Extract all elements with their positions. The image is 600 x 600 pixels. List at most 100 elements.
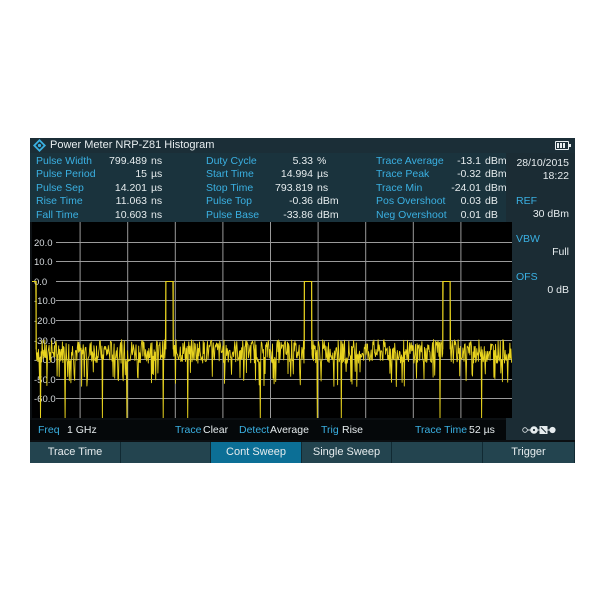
measurement-row: Fall Time 10.603 ns [36,209,166,222]
measurement-label: Pulse Sep [36,181,84,194]
measurement-label: Pulse Top [206,195,252,208]
measurement-unit: dB [485,208,498,221]
y-tick-label: 20.0 [34,238,53,249]
measurement-unit: dBm [317,208,339,221]
connection-status-icons [506,420,575,440]
vbw-value[interactable]: Full [552,246,569,258]
measurement-label: Trace Min [376,181,423,194]
window-title: Power Meter NRP-Z81 Histogram [50,139,215,151]
measurement-unit: % [317,155,327,167]
measurement-unit: dBm [485,155,507,167]
date: 28/10/2015 [516,157,569,169]
measurement-value: -0.32 [457,168,481,181]
softkey-bar: Trace Time Cont Sweep Single Sweep Trigger [30,442,575,463]
y-tick-label: 10.0 [34,257,53,268]
measurement-label: Rise Time [36,195,83,208]
measurement-label: Neg Overshoot [376,208,447,221]
time: 18:22 [542,170,569,182]
softkey-single-sweep[interactable]: Single Sweep [302,442,392,463]
trace-line [32,281,512,418]
measurement-value: -33.86 [283,208,313,221]
measurement-value: 799.489 [109,155,147,167]
pulse-3 [442,280,451,350]
measurement-row: Pulse Top -0.36 dBm [206,195,339,208]
softkey-trace-time[interactable]: Trace Time [30,442,121,463]
softkey-cont-sweep[interactable]: Cont Sweep [211,442,302,463]
measurement-value: -0.36 [289,195,313,208]
measurement-label: Fall Time [36,208,79,221]
measurement-label: Pos Overshoot [376,195,446,208]
date-time: 28/10/2015 18:22 [516,157,569,183]
measurement-row: Pulse Width 799.489 ns [36,155,166,168]
freq-value[interactable]: 1 GHz [67,420,97,440]
measurement-label: Trace Peak [376,168,430,181]
pulse-2 [303,280,313,350]
softkey-empty-4[interactable] [392,442,483,463]
measurement-unit: ns [151,195,163,208]
measurement-value: 0.03 [460,195,481,208]
measurement-value: 5.33 [292,155,313,167]
measurement-row: Trace Min -24.01 dBm [376,181,507,195]
ref-value[interactable]: 30 dBm [533,208,569,220]
measurement-unit: ns [151,208,163,221]
measurement-row: Trace Peak -0.32 dBm [376,168,507,181]
ofs-label: OFS [516,271,538,283]
measurement-unit: dBm [485,168,507,181]
trace-value[interactable]: Clear [203,420,228,440]
measurement-value: 14.201 [114,181,147,194]
measurement-value: 0.01 [460,208,481,221]
measurement-unit: dBm [485,181,507,194]
measurement-row: Duty Cycle 5.33% [206,155,336,168]
detect-label: Detect [239,424,270,436]
y-tick-label: -50.0 [34,375,56,386]
softkey-trigger[interactable]: Trigger [483,442,575,463]
measurement-label: Trace Average [376,155,444,167]
measurement-row: Pulse Base -33.86 dBm [206,208,339,222]
measurement-row: Pulse Period 15 µs [36,168,166,181]
measurement-label: Stop Time [206,181,254,194]
detect-value[interactable]: Average [270,420,309,440]
trace-label: Trace [175,424,202,436]
measurement-row: Pulse Sep 14.201 µs [36,182,166,195]
measurement-unit: µs [151,181,163,194]
y-tick-label: -10.0 [34,296,56,307]
measurement-unit: dBm [317,195,339,208]
trace-plot[interactable]: 20.0 10.0 0.0 -10.0 -20.0 -30.0 -40.0 -50.0 -60.… [32,222,512,418]
pulse-1 [165,280,174,350]
measurement-value: 10.603 [114,208,147,221]
measurement-label: Pulse Period [36,168,96,181]
measurement-panel: Pulse Width 799.489 ns Pulse Period 15 µs Puls… [30,153,507,222]
y-tick-label: -20.0 [34,316,56,327]
freq-label: Freq [38,424,60,436]
vbw-label: VBW [516,233,540,245]
measurement-unit: ns [317,181,329,194]
measurement-unit: µs [317,168,329,181]
measurement-row: Trace Average -13.1 dBm [376,155,507,168]
measurement-value: 14.994 [280,168,313,181]
trig-label: Trig [321,424,339,436]
measurement-unit: µs [151,168,163,181]
battery-icon [555,141,571,150]
trig-value[interactable]: Rise [342,420,363,440]
status-bar: Freq 1 GHz Trace Clear Detect Average Tr… [30,420,506,440]
measurement-label: Start Time [206,168,254,181]
measurement-value: -24.01 [451,181,481,194]
measurement-value: -13.1 [457,155,481,167]
rohde-schwarz-logo-icon [33,139,46,152]
measurement-label: Duty Cycle [206,155,257,167]
measurement-unit: dB [485,195,498,208]
ofs-value[interactable]: 0 dB [547,284,569,296]
measurement-label: Pulse Base [206,208,260,221]
measurement-label: Pulse Width [36,155,93,167]
trace-time-value[interactable]: 52 µs [469,420,495,440]
measurement-row: Start Time 14.994 µs [206,168,336,181]
title-bar: Power Meter NRP-Z81 Histogram [30,138,575,153]
instrument-screen: Power Meter NRP-Z81 Histogram Pulse Widt… [30,138,575,463]
y-tick-label: -60.0 [34,394,56,405]
side-panel: 28/10/2015 18:22 REF 30 dBm VBW Full OFS… [506,153,575,423]
measurement-value: 15 [135,168,147,181]
trace-plot-svg: 20.010.00.0-10.0-20.0-30.0-40.0-50.0-60.… [32,222,512,418]
ref-label: REF [516,195,537,207]
softkey-empty-1[interactable] [121,442,211,463]
measurement-unit: ns [151,155,163,167]
